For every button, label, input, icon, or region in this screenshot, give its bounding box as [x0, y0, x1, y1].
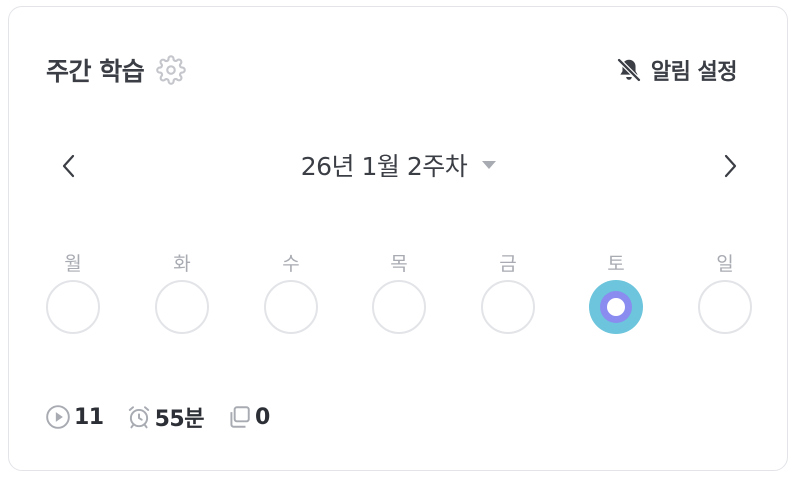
day-circle[interactable] — [481, 280, 535, 334]
day-circle[interactable] — [698, 280, 752, 334]
day-circle[interactable] — [155, 280, 209, 334]
copy-icon — [226, 404, 252, 430]
day-tuesday: 화 — [152, 250, 212, 334]
copy-count-stat: 0 — [226, 404, 270, 430]
day-circle[interactable] — [46, 280, 100, 334]
week-selector-dropdown[interactable]: 26년 1월 2주차 — [301, 147, 498, 183]
day-friday: 금 — [478, 250, 538, 334]
play-count-stat: 11 — [45, 404, 104, 430]
alarm-clock-icon — [126, 404, 152, 430]
day-wednesday: 수 — [261, 250, 321, 334]
weekly-study-card: 주간 학습 알림 설정 26년 1월 2주차 월 화 수 목 금 토 일 11 … — [8, 6, 788, 471]
bell-off-icon — [615, 56, 643, 84]
gear-icon[interactable] — [156, 55, 186, 85]
card-title: 주간 학습 — [46, 57, 145, 86]
day-saturday: 토 — [586, 250, 646, 334]
play-count-value: 11 — [74, 404, 104, 430]
day-circle-today[interactable] — [589, 280, 643, 334]
day-circle[interactable] — [264, 280, 318, 334]
card-header: 주간 학습 — [46, 52, 186, 88]
study-time-value: 55분 — [154, 407, 205, 432]
week-label: 26년 1월 2주차 — [300, 152, 468, 181]
chevron-right-icon — [724, 154, 737, 178]
study-time-stat: 55분 — [126, 401, 204, 433]
day-name: 토 — [607, 253, 625, 275]
alarm-settings-label: 알림 설정 — [650, 60, 738, 85]
day-name: 화 — [173, 253, 191, 275]
week-nav: 26년 1월 2주차 — [9, 145, 789, 185]
stats-row: 11 55분 0 — [45, 402, 292, 432]
day-circle[interactable] — [372, 280, 426, 334]
caret-down-icon — [481, 160, 497, 170]
copy-count-value: 0 — [254, 404, 270, 430]
day-name: 수 — [282, 253, 300, 275]
day-thursday: 목 — [369, 250, 429, 334]
day-sunday: 일 — [695, 250, 755, 334]
day-monday: 월 — [43, 250, 103, 334]
next-week-button[interactable] — [712, 148, 748, 184]
day-name: 일 — [716, 253, 734, 275]
day-name: 금 — [499, 253, 517, 275]
day-name: 월 — [64, 253, 82, 275]
play-circle-icon — [45, 404, 71, 430]
alarm-settings-button[interactable]: 알림 설정 — [615, 54, 738, 86]
today-indicator — [600, 291, 632, 323]
day-name: 목 — [390, 253, 408, 275]
